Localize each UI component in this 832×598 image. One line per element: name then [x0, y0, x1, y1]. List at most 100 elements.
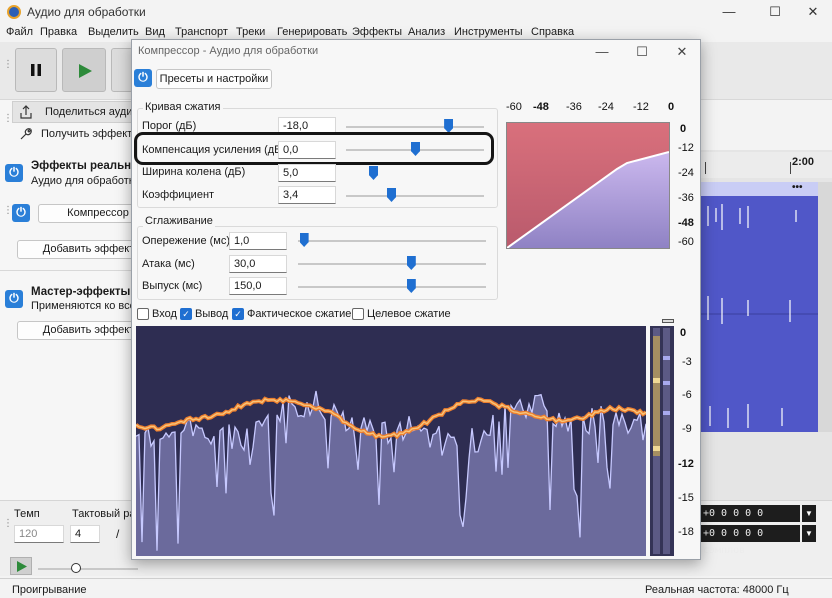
status-bar: Проигрывание Реальная частота: 48000 Гц	[0, 578, 832, 598]
status-left: Проигрывание	[12, 584, 87, 596]
meter-handle[interactable]	[662, 319, 674, 323]
curve-x-tick: -60	[506, 101, 522, 113]
app-logo-icon	[7, 5, 21, 19]
curve-y-tick: -36	[678, 192, 694, 204]
playback-speed-slider[interactable]	[38, 568, 138, 570]
meter-tick: 0	[680, 327, 687, 339]
stop-button[interactable]	[111, 48, 133, 92]
menu-view[interactable]: Вид	[145, 26, 165, 38]
dialog-minimize-button[interactable]: —	[582, 40, 622, 64]
dialog-title: Компрессор - Аудио для обработки	[138, 45, 319, 57]
selection-end-field[interactable]: +0 0 0 0 0 сэмплов	[700, 525, 800, 556]
meter-tick: -15	[678, 492, 694, 504]
play-icon	[79, 64, 92, 78]
meter-tick: -3	[682, 356, 692, 368]
release-slider[interactable]	[298, 286, 486, 288]
attack-label: Атака (мс)	[142, 258, 195, 270]
ratio-slider[interactable]	[346, 195, 484, 197]
release-label: Выпуск (мс)	[142, 280, 203, 292]
window-title: Аудио для обработки	[27, 5, 146, 19]
input-checkbox[interactable]	[137, 308, 149, 320]
meter-bar-right	[663, 328, 670, 554]
realtime-effects-subtitle: Аудио для обработки	[31, 175, 140, 187]
timeline-ruler[interactable]: 2:00	[700, 152, 832, 178]
knee-width-label: Ширина колена (дБ)	[142, 166, 246, 178]
meter-tick: -6	[682, 389, 692, 401]
clip-menu-icon[interactable]: •••	[792, 182, 803, 193]
minimize-button[interactable]: —	[706, 0, 752, 24]
get-effects-label: Получить эффекты	[41, 128, 141, 140]
actual-compression-label: Фактическое сжатие	[247, 308, 352, 320]
plugin-icon	[20, 128, 32, 140]
selection-end-dropdown-icon[interactable]: ▼	[802, 525, 816, 542]
meter-peak-left	[653, 378, 660, 383]
meter-level-left	[653, 336, 660, 456]
menu-effects[interactable]: Эффекты	[352, 26, 402, 38]
curve-y-tick: -24	[678, 167, 694, 179]
dialog-maximize-button[interactable]: ☐	[622, 40, 662, 64]
target-compression-checkbox[interactable]	[352, 308, 364, 320]
menu-tracks[interactable]: Треки	[236, 26, 265, 38]
dialog-close-button[interactable]: ✕	[662, 40, 702, 64]
level-meter	[650, 326, 674, 556]
highlight-outline	[134, 132, 494, 165]
compressor-power-icon[interactable]: ⏻	[12, 204, 30, 222]
presets-button[interactable]: Пресеты и настройки	[156, 69, 272, 89]
realtime-power-icon[interactable]: ⏻	[5, 164, 23, 182]
menu-edit[interactable]: Правка	[40, 26, 77, 38]
menu-help[interactable]: Справка	[531, 26, 574, 38]
close-button[interactable]: ✕	[790, 0, 832, 24]
play-at-speed-button[interactable]	[10, 557, 32, 575]
time-signature-field[interactable]: 4	[70, 525, 100, 543]
threshold-label: Порог (дБ)	[142, 120, 197, 132]
master-effects-title: Мастер-эффекты	[31, 286, 131, 298]
menu-transport[interactable]: Транспорт	[175, 26, 228, 38]
waveform[interactable]	[700, 196, 818, 432]
title-bar: Аудио для обработки — ☐ ✕	[0, 0, 832, 24]
curve-y-tick: 0	[680, 123, 687, 135]
menu-select[interactable]: Выделить	[88, 26, 139, 38]
selection-start-field[interactable]: +0 0 0 0 0 сэмплов	[700, 505, 800, 536]
actual-compression-checkbox[interactable]: ✓	[232, 308, 244, 320]
curve-y-tick: -12	[678, 142, 694, 154]
curve-y-tick: -48	[678, 217, 694, 229]
menu-tools[interactable]: Инструменты	[454, 26, 523, 38]
tempo-field[interactable]: 120	[14, 525, 64, 543]
curve-y-tick: -60	[678, 236, 694, 248]
meter-peak-left	[653, 446, 660, 451]
dialog-power-icon[interactable]: ⏻	[134, 69, 152, 87]
attack-slider[interactable]	[298, 263, 486, 265]
clip-header[interactable]: •••	[700, 182, 818, 196]
share-audio-label: Поделиться аудио	[45, 106, 139, 118]
vertical-scrollbar[interactable]	[818, 182, 832, 432]
play-button[interactable]	[62, 48, 106, 92]
toolbar-grip-icon[interactable]: ⋮	[3, 60, 13, 70]
threshold-slider[interactable]	[346, 126, 484, 128]
menu-analyze[interactable]: Анализ	[408, 26, 445, 38]
menu-file[interactable]: Файл	[6, 26, 33, 38]
bottom-grip-icon[interactable]: ⋮	[3, 519, 13, 529]
signal-plot	[134, 326, 648, 556]
menu-generate[interactable]: Генерировать	[277, 26, 347, 38]
curve-group-label: Кривая сжатия	[143, 101, 223, 113]
lookahead-slider[interactable]	[298, 240, 486, 242]
release-field[interactable]: 150,0	[229, 277, 287, 295]
lookahead-field[interactable]: 1,0	[229, 232, 287, 250]
ratio-field[interactable]: 3,4	[278, 186, 336, 204]
ruler-tick	[705, 162, 706, 174]
attack-field[interactable]: 30,0	[229, 255, 287, 273]
curve-x-tick: -12	[633, 101, 649, 113]
selection-start-dropdown-icon[interactable]: ▼	[802, 505, 816, 522]
meter-peak-right	[663, 411, 670, 415]
playback-speed-thumb[interactable]	[71, 563, 81, 573]
pause-button[interactable]	[15, 48, 57, 92]
compressor-dialog: Компрессор - Аудио для обработки — ☐ ✕ ⏻…	[131, 39, 701, 560]
compression-curve-graphic	[506, 123, 670, 249]
master-power-icon[interactable]: ⏻	[5, 290, 23, 308]
input-checkbox-label: Вход	[152, 308, 177, 320]
target-compression-label: Целевое сжатие	[367, 308, 451, 320]
output-checkbox[interactable]: ✓	[180, 308, 192, 320]
signal-plot-graphic	[134, 390, 648, 556]
smoothing-group-label: Сглаживание	[143, 215, 215, 227]
knee-width-field[interactable]: 5,0	[278, 164, 336, 182]
